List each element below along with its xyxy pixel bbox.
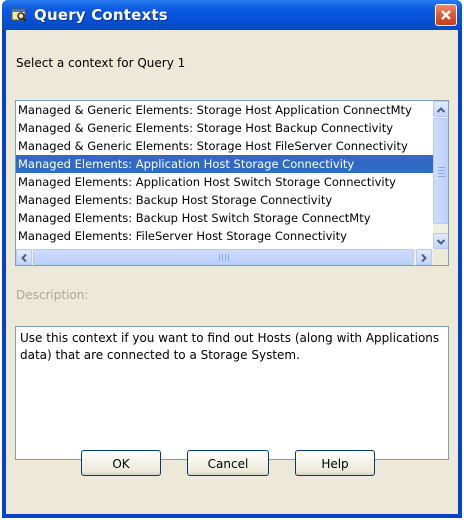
list-item[interactable]: Managed Elements: Application Host Switc…: [16, 173, 433, 191]
close-button[interactable]: [435, 4, 457, 26]
arrow-up-icon: [436, 107, 446, 113]
list-item[interactable]: Managed & Generic Elements: Storage Host…: [16, 119, 433, 137]
list-item[interactable]: Managed & Generic Elements: Storage Host…: [16, 101, 433, 119]
scroll-down-button[interactable]: [433, 233, 448, 249]
ok-button[interactable]: OK: [81, 450, 161, 476]
context-prompt: Select a context for Query 1: [16, 56, 186, 70]
list-item[interactable]: Managed Elements: Backup Host Storage Co…: [16, 191, 433, 209]
description-label: Description:: [16, 288, 89, 302]
arrow-down-icon: [436, 239, 446, 245]
query-contexts-app-icon: [11, 6, 27, 22]
scroll-right-button[interactable]: [416, 249, 432, 265]
scrollbar-corner: [433, 249, 448, 265]
scroll-up-button[interactable]: [433, 101, 448, 117]
context-list[interactable]: Managed & Generic Elements: Storage Host…: [15, 100, 449, 266]
description-text: Use this context if you want to find out…: [15, 326, 449, 460]
horizontal-scroll-thumb[interactable]: [33, 249, 414, 265]
list-item-selected[interactable]: Managed Elements: Application Host Stora…: [16, 155, 433, 173]
horizontal-scrollbar[interactable]: [16, 249, 433, 265]
help-button[interactable]: Help: [295, 450, 375, 476]
vertical-scroll-thumb[interactable]: [433, 118, 448, 224]
title-bar[interactable]: Query Contexts: [2, 0, 462, 30]
list-item[interactable]: Managed Elements: FileServer Host Storag…: [16, 227, 433, 245]
dialog-body: Select a context for Query 1 Managed & G…: [6, 30, 458, 514]
vertical-scrollbar[interactable]: [433, 101, 448, 249]
query-contexts-dialog: Query Contexts Select a context for Quer…: [2, 0, 462, 518]
window-title: Query Contexts: [34, 6, 168, 24]
arrow-right-icon: [421, 253, 427, 263]
scroll-left-button[interactable]: [16, 249, 32, 265]
close-icon: [441, 10, 451, 20]
arrow-left-icon: [21, 253, 27, 263]
list-item[interactable]: Managed Elements: Backup Host Switch Sto…: [16, 209, 433, 227]
cancel-button[interactable]: Cancel: [187, 450, 269, 476]
list-item[interactable]: Managed & Generic Elements: Storage Host…: [16, 137, 433, 155]
context-list-items: Managed & Generic Elements: Storage Host…: [16, 101, 433, 248]
